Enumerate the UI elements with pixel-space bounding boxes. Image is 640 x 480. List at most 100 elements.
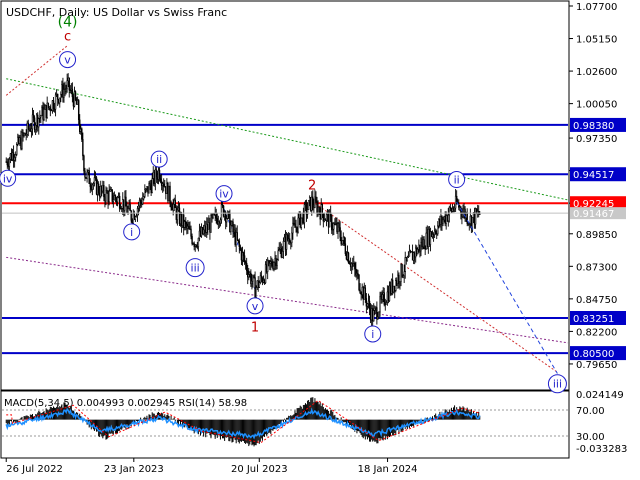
candle-body (269, 260, 271, 264)
candle-body (97, 183, 100, 194)
candle-body (184, 221, 186, 228)
candle-body (344, 243, 347, 255)
candle-body (33, 117, 36, 130)
candle-body (82, 139, 84, 157)
candle-body (327, 213, 330, 228)
candle-body (448, 207, 451, 216)
candle-body (388, 285, 391, 302)
candle-body (161, 183, 164, 186)
candle-body (72, 96, 75, 107)
candle-body (359, 289, 361, 294)
candle-body (32, 114, 35, 119)
candle-body (68, 77, 70, 91)
candle-body (289, 238, 291, 243)
candle-body (408, 250, 411, 257)
candle-body (233, 229, 235, 233)
candle-body (220, 204, 223, 221)
candle-body (433, 230, 436, 236)
candle-body (428, 228, 431, 245)
candle-body (55, 93, 58, 96)
candle-body (466, 212, 468, 224)
candle-body (98, 192, 101, 197)
candle-body (402, 275, 404, 277)
indicator-title: MACD(5,34,5) 0.004993 0.002945 RSI(14) 5… (4, 398, 247, 409)
candle-body (138, 200, 141, 207)
candle-body (26, 122, 28, 135)
candle-body (28, 128, 31, 130)
candle-body (177, 207, 180, 211)
candle-body (364, 287, 367, 299)
candle-body (150, 185, 152, 193)
candle-body (64, 88, 66, 91)
candle-body (263, 280, 266, 284)
candle-body (128, 204, 130, 209)
candle-body (49, 106, 52, 111)
candle-body (17, 136, 19, 145)
wave-label-13: iii (553, 378, 562, 391)
candle-body (118, 195, 121, 209)
candle-body (43, 109, 45, 120)
candle-body (71, 88, 74, 98)
candle-body (122, 199, 124, 209)
candle-body (353, 263, 355, 266)
candle-body (444, 216, 446, 224)
candle-body (423, 239, 425, 249)
wave-label-4: ii (156, 153, 162, 166)
candle-body (123, 199, 125, 211)
candle-body (441, 216, 443, 224)
candle-body (202, 229, 205, 235)
wave-label-12: ii (454, 174, 460, 187)
candle-body (53, 108, 56, 110)
candle-body (203, 225, 206, 231)
candle-body (41, 106, 43, 117)
candle-body (60, 93, 62, 99)
candle-body (362, 287, 364, 300)
candle-body (367, 300, 370, 304)
candle-body (144, 189, 146, 197)
candle-body (69, 89, 71, 92)
candle-body (275, 257, 277, 266)
candle-body (13, 157, 16, 161)
candle-body (468, 223, 470, 225)
candle-body (403, 271, 405, 276)
candle-body (297, 217, 299, 233)
candle-body (333, 223, 335, 230)
candle-body (76, 100, 79, 105)
time-tick-label: 26 Jul 2022 (6, 464, 63, 475)
candle-body (104, 196, 106, 202)
candle-body (14, 154, 17, 158)
candle-body (66, 80, 68, 89)
candle-body (168, 185, 170, 202)
candle-body (117, 195, 120, 198)
candle-body (291, 232, 293, 244)
candle-body (406, 256, 409, 262)
candle-body (298, 212, 300, 219)
candle-body (394, 285, 396, 291)
level-badge-0.94517: 0.94517 (573, 170, 614, 181)
candle-body (216, 218, 218, 225)
candle-body (240, 249, 243, 261)
candle-body (320, 204, 322, 220)
candle-body (405, 257, 407, 262)
price-tick-label: 1.02600 (576, 67, 617, 78)
wave-label-9: 1 (251, 320, 259, 335)
candle-body (257, 280, 259, 288)
candle-body (221, 204, 224, 207)
candle-body (430, 231, 433, 237)
candle-body (354, 263, 356, 270)
candle-body (179, 214, 182, 224)
candle-body (11, 152, 14, 161)
candle-body (197, 237, 200, 248)
candle-body (332, 228, 334, 231)
candle-body (212, 213, 214, 218)
candle-body (447, 214, 449, 222)
candle-body (149, 183, 151, 187)
candle-body (52, 100, 55, 109)
candle-body (292, 222, 294, 234)
candle-body (365, 298, 368, 307)
candle-body (436, 232, 438, 235)
candle-body (199, 230, 202, 237)
candle-body (140, 201, 143, 205)
time-tick-label: 23 Jan 2023 (104, 464, 164, 475)
candle-body (157, 169, 160, 180)
